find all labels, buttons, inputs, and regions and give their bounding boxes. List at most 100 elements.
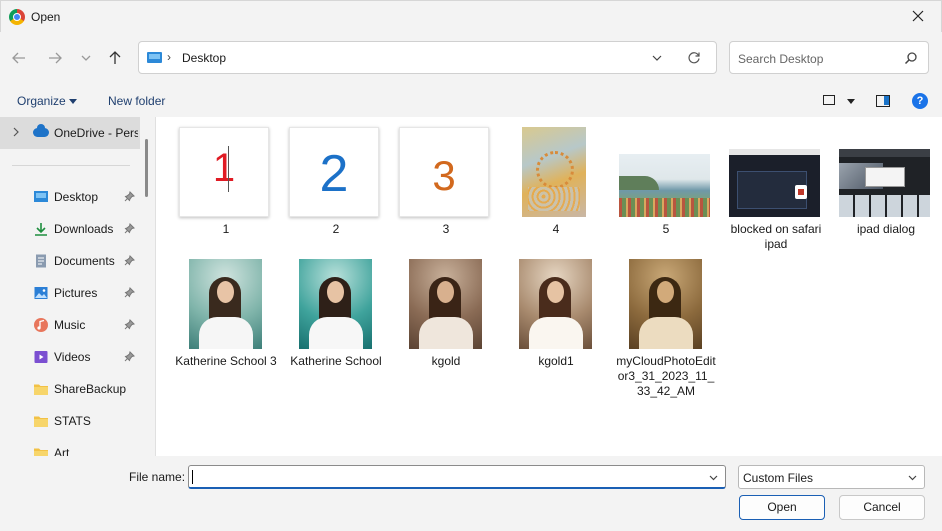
documents-icon — [36, 254, 46, 268]
file-item[interactable]: ipad dialog — [831, 127, 941, 239]
sidebar-item-label: Downloads — [54, 222, 114, 236]
sidebar-item-documents[interactable]: Documents — [0, 247, 140, 275]
file-thumbnail: 2 — [289, 127, 379, 217]
view-options-icon[interactable] — [823, 95, 835, 105]
file-name-label: File name: — [129, 470, 186, 484]
folder-icon — [34, 384, 48, 395]
close-icon — [912, 10, 924, 22]
portrait-thumbnail — [189, 259, 262, 349]
search-placeholder[interactable]: Search Desktop — [738, 52, 823, 66]
chrome-icon — [9, 9, 25, 25]
file-item[interactable]: 4 — [501, 127, 611, 239]
thumbnail-glyph: 3 — [432, 152, 456, 199]
arrow-left-icon — [12, 52, 25, 64]
new-folder-button[interactable]: New folder — [108, 94, 165, 108]
portrait-thumbnail — [629, 259, 702, 349]
sidebar-item-music[interactable]: Music — [0, 311, 140, 339]
pin-icon — [124, 191, 135, 202]
caret-down-icon[interactable] — [847, 99, 855, 104]
sidebar-item-label: Pictures — [54, 286, 98, 300]
pin-icon — [124, 287, 135, 298]
downloads-icon — [35, 223, 47, 236]
sidebar-item-art[interactable]: Art — [0, 439, 140, 456]
sidebar-item-stats[interactable]: STATS — [0, 407, 140, 435]
pin-icon — [124, 223, 135, 234]
chevron-down-icon[interactable] — [708, 472, 719, 483]
file-name-input[interactable] — [188, 465, 726, 489]
help-icon[interactable]: ? — [912, 93, 928, 109]
sidebar-item-downloads[interactable]: Downloads — [0, 215, 140, 243]
file-item[interactable]: Katherine School — [281, 259, 391, 371]
open-button[interactable]: Open — [739, 495, 825, 520]
file-name: 4 — [552, 222, 560, 236]
dialog-footer: File name: Custom Files Open Cancel — [0, 456, 942, 531]
sidebar-item-label: Videos — [54, 350, 91, 364]
refresh-icon[interactable] — [687, 51, 701, 65]
sidebar-item-sharebackup[interactable]: ShareBackup — [0, 375, 140, 403]
address-path[interactable]: Desktop — [182, 51, 226, 65]
sidebar-scrollbar[interactable] — [145, 139, 148, 197]
file-name: 3 — [442, 222, 450, 236]
sidebar-item-label: OneDrive - Perso — [54, 126, 138, 140]
address-bar[interactable]: › Desktop — [138, 41, 717, 74]
sidebar-item-label: Desktop — [54, 190, 99, 204]
file-name: blocked on safari ipad — [730, 222, 822, 251]
folder-icon — [34, 448, 48, 456]
sidebar-item-label: ShareBackup — [54, 382, 127, 396]
sidebar-item-pictures[interactable]: Pictures — [0, 279, 140, 307]
forward-button[interactable] — [43, 48, 67, 68]
file-name: kgold1 — [538, 354, 574, 368]
thumbnail-glyph: 2 — [319, 145, 349, 203]
chevron-right-icon: › — [167, 50, 171, 64]
file-name: 2 — [332, 222, 340, 236]
file-item[interactable]: myCloudPhotoEditor3_31_2023_11_33_42_AM — [611, 259, 721, 409]
pictures-icon — [34, 287, 48, 299]
desktop-icon — [33, 189, 49, 205]
up-button[interactable] — [103, 48, 127, 68]
portrait-thumbnail — [519, 259, 592, 349]
divider — [12, 165, 130, 166]
file-item[interactable]: 1 1 — [171, 127, 281, 239]
file-item[interactable]: kgold — [391, 259, 501, 371]
file-name: myCloudPhotoEditor3_31_2023_11_33_42_AM — [616, 354, 716, 398]
file-type-select[interactable]: Custom Files — [738, 465, 925, 489]
recent-locations-button[interactable] — [74, 48, 98, 68]
file-name: 5 — [662, 222, 670, 236]
search-icon[interactable] — [904, 51, 918, 65]
sidebar-item-onedrive[interactable]: OneDrive - Perso — [0, 117, 140, 149]
pin-icon — [124, 351, 135, 362]
chevron-down-icon[interactable] — [651, 52, 663, 64]
caret-down-icon[interactable] — [69, 99, 77, 104]
cloud-icon — [33, 124, 49, 137]
file-item[interactable]: 3 3 — [391, 127, 501, 239]
pin-icon — [124, 255, 135, 266]
chevron-down-icon — [81, 55, 91, 61]
sidebar-item-desktop[interactable]: Desktop — [0, 183, 140, 211]
sidebar-item-label: Documents — [54, 254, 115, 268]
title-bar: Open — [0, 0, 942, 32]
preview-pane-icon[interactable] — [876, 95, 890, 107]
sidebar-item-label: STATS — [54, 414, 91, 428]
file-item[interactable]: 2 2 — [281, 127, 391, 239]
navigation-pane: OneDrive - Perso Desktop Downloads Docum… — [0, 117, 156, 456]
file-item[interactable]: kgold1 — [501, 259, 611, 371]
file-name: ipad dialog — [856, 222, 916, 236]
pin-icon — [124, 319, 135, 330]
file-item[interactable]: 5 — [611, 127, 721, 239]
desktop-icon — [147, 52, 162, 63]
file-item[interactable]: blocked on safari ipad — [721, 127, 831, 255]
organize-menu[interactable]: Organize — [17, 94, 66, 108]
chevron-down-icon[interactable] — [907, 472, 918, 483]
thumbnail-glyph: 1 — [212, 146, 236, 190]
close-button[interactable] — [895, 1, 941, 32]
sidebar-item-label: Music — [54, 318, 86, 332]
file-type-value[interactable]: Custom Files — [743, 471, 813, 485]
chevron-right-icon[interactable] — [11, 127, 21, 137]
back-button[interactable] — [7, 48, 31, 68]
folder-icon — [34, 416, 48, 427]
sidebar-item-videos[interactable]: Videos — [0, 343, 140, 371]
file-thumbnail: 1 — [179, 127, 269, 217]
cancel-button[interactable]: Cancel — [839, 495, 925, 520]
search-box[interactable]: Search Desktop — [729, 41, 929, 74]
file-item[interactable]: Katherine School 3 — [171, 259, 281, 387]
